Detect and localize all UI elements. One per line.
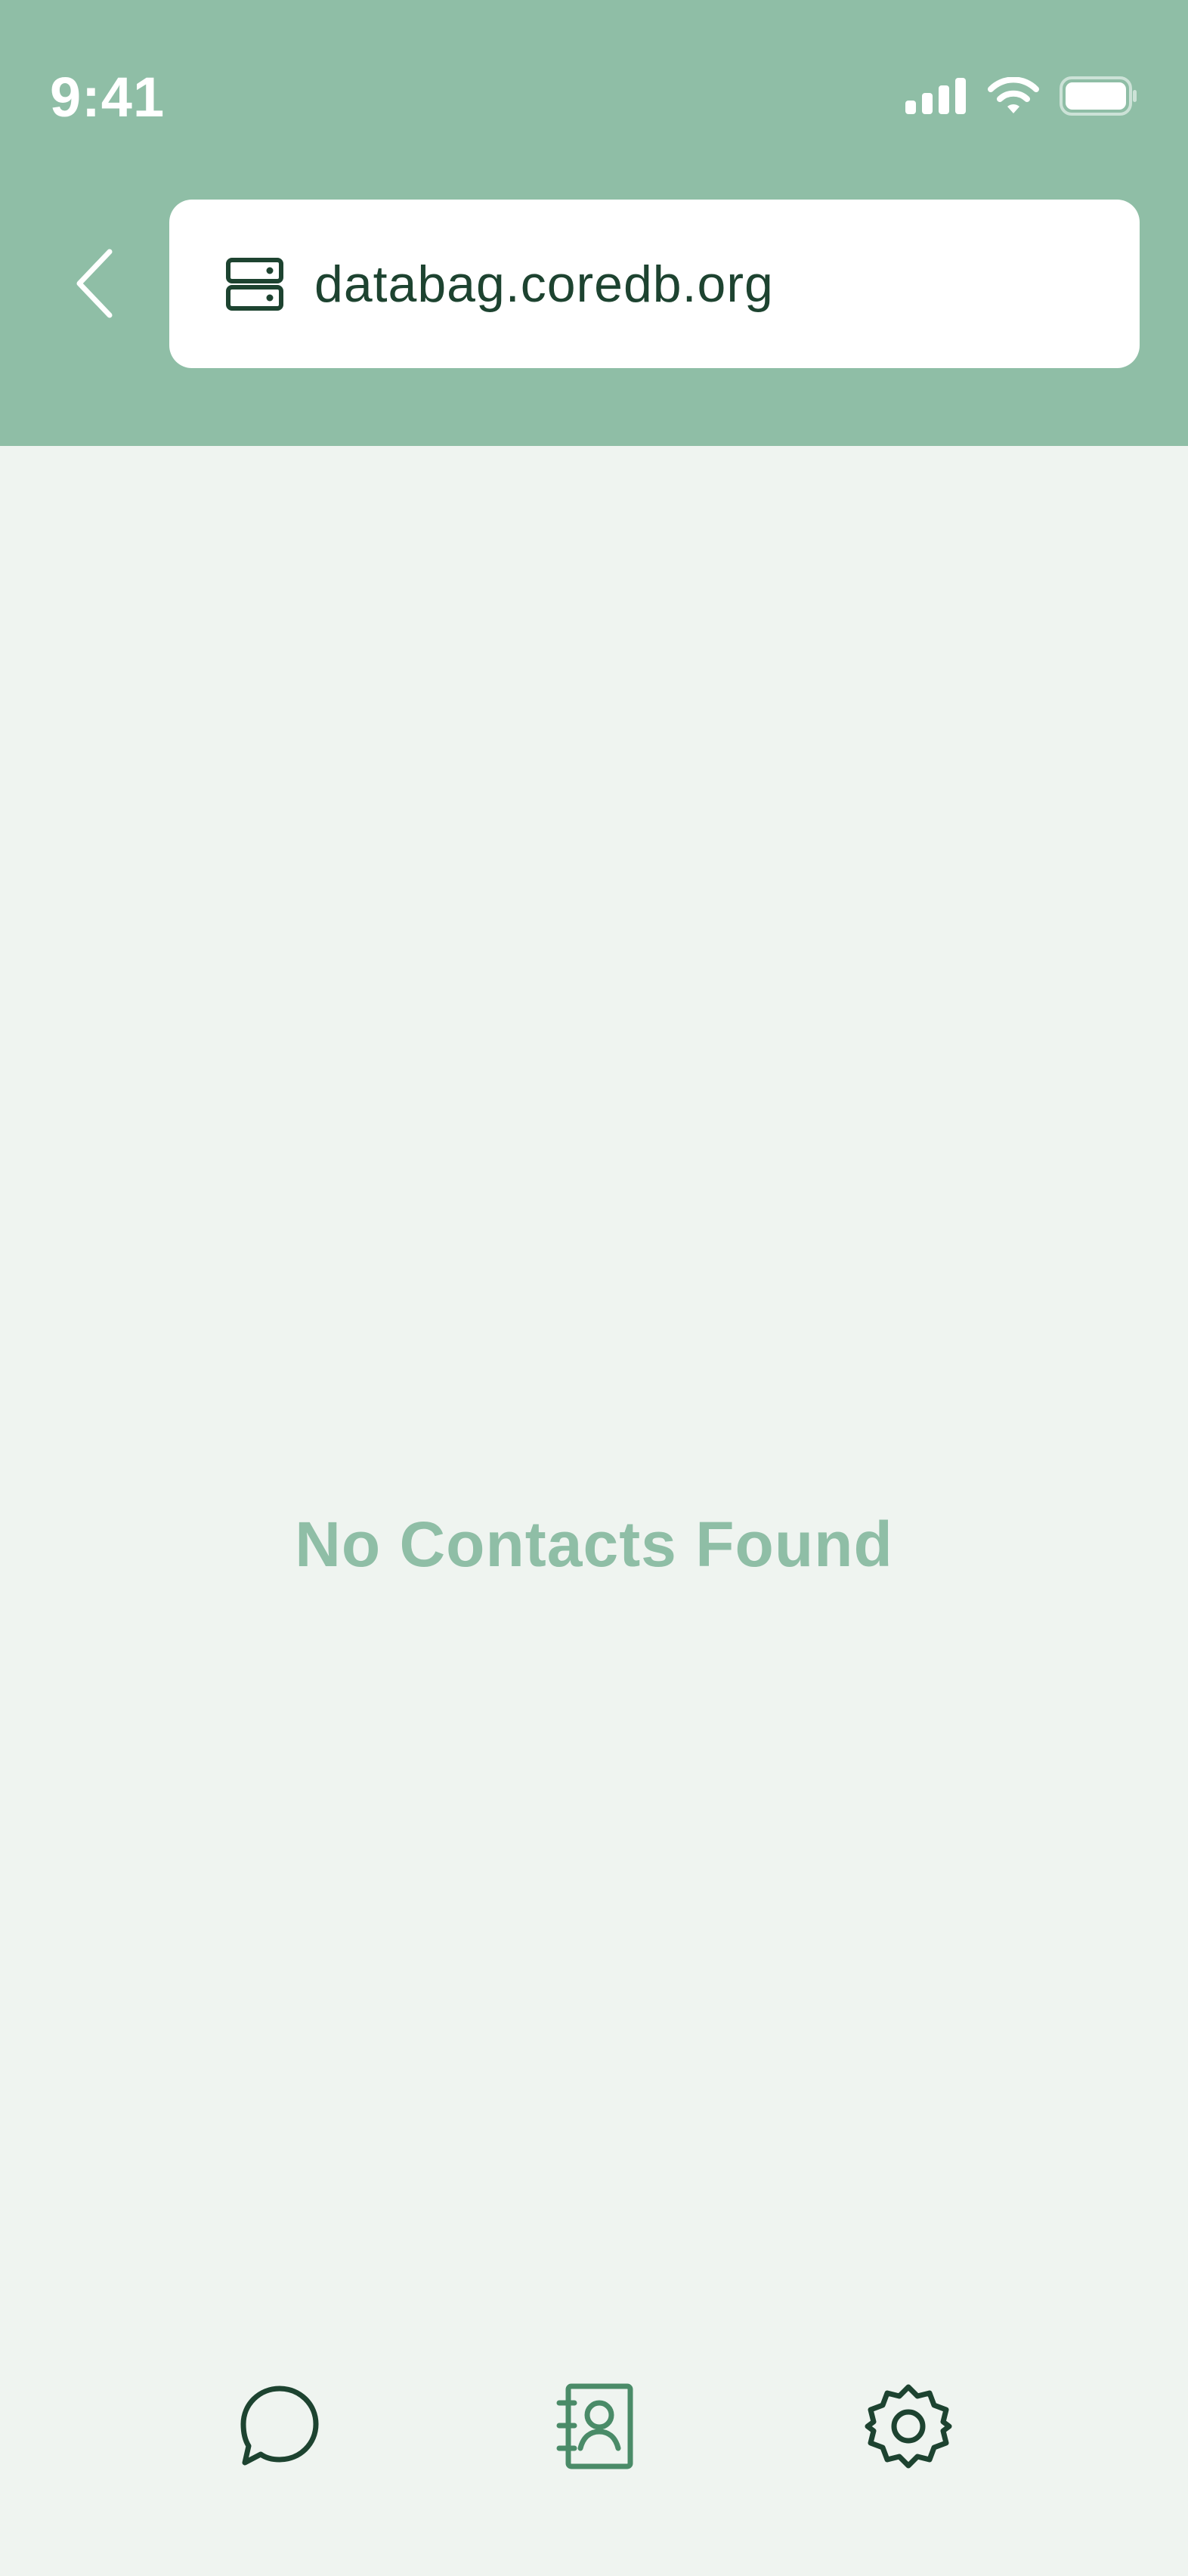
chevron-left-icon [76, 249, 113, 318]
battery-icon [1060, 76, 1137, 116]
gear-icon [865, 2384, 952, 2469]
contact-book-icon [556, 2383, 633, 2469]
tab-settings[interactable] [840, 2351, 976, 2502]
bottom-tab-bar [0, 2351, 1188, 2517]
status-time: 9:41 [50, 66, 166, 128]
server-icon [226, 257, 283, 311]
top-header: 9:41 databag.coredb.org [0, 0, 1188, 446]
signal-icon [905, 78, 966, 114]
tab-contacts[interactable] [525, 2351, 661, 2502]
back-button[interactable] [53, 234, 136, 333]
wifi-icon [988, 77, 1039, 113]
server-url-field[interactable]: databag.coredb.org [169, 200, 1140, 368]
tab-chats[interactable] [212, 2351, 348, 2502]
contacts-content [0, 446, 1188, 2313]
chat-bubble-icon [240, 2386, 319, 2466]
server-url-text: databag.coredb.org [314, 255, 774, 313]
empty-state-message: No Contacts Found [295, 1509, 893, 1580]
status-icons [905, 70, 1138, 122]
